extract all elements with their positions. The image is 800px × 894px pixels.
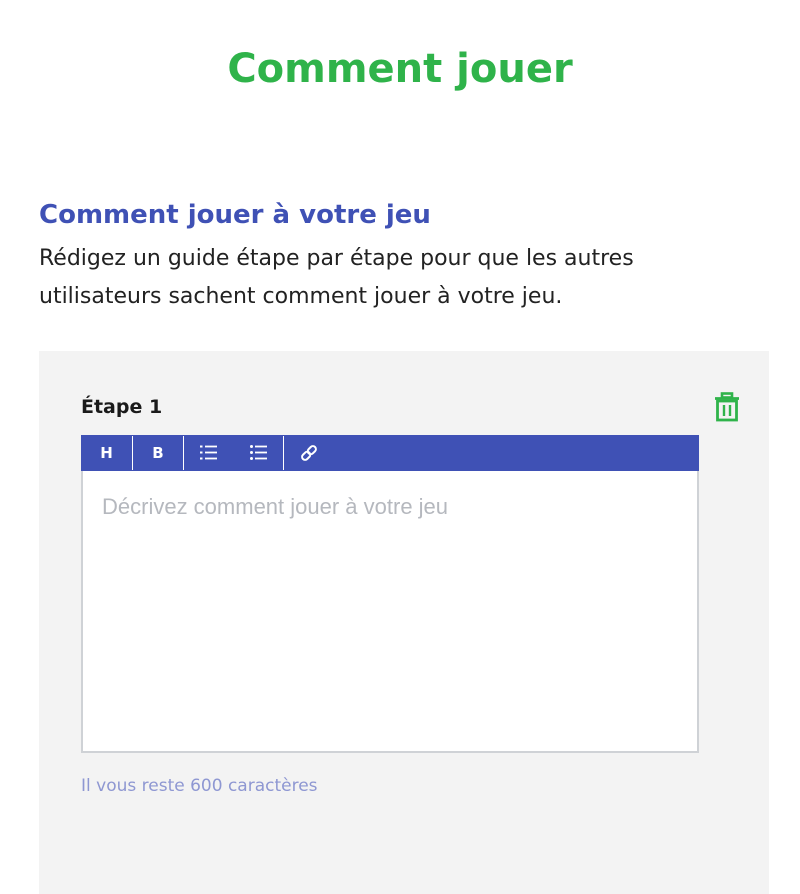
link-icon [301, 445, 317, 461]
section-description: Rédigez un guide étape par étape pour qu… [39, 246, 634, 309]
ordered-list-button[interactable] [184, 435, 234, 471]
editor-toolbar: H B [81, 435, 699, 471]
step-description-input[interactable] [102, 493, 678, 729]
section-heading: Comment jouer à votre jeu [39, 200, 431, 230]
step-editor [81, 471, 699, 753]
trash-icon[interactable] [713, 392, 741, 422]
char-count: Il vous reste 600 caractères [81, 776, 318, 796]
page: Comment jouer Comment jouer à votre jeu … [0, 0, 800, 894]
heading-button[interactable]: H [81, 435, 132, 471]
bold-button[interactable]: B [133, 435, 183, 471]
link-button[interactable] [284, 435, 334, 471]
ordered-list-icon [200, 445, 217, 460]
trash-icon-graphic [715, 392, 739, 422]
bullet-list-button[interactable] [234, 435, 283, 471]
bullet-list-icon [249, 445, 267, 460]
step-label: Étape 1 [81, 396, 163, 418]
page-title: Comment jouer [227, 46, 573, 92]
